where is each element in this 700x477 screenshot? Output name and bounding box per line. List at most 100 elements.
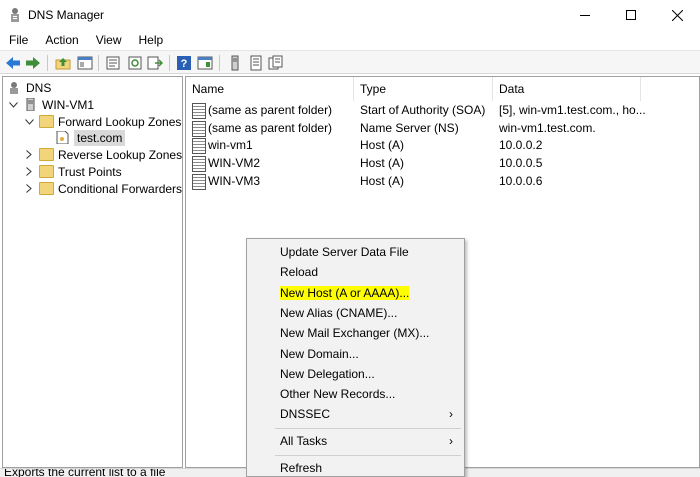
menu-item-reload[interactable]: Reload <box>248 262 463 282</box>
chevron-right-icon[interactable] <box>23 183 35 195</box>
help-button[interactable]: ? <box>175 54 193 72</box>
close-icon <box>671 9 683 21</box>
record-type: Host (A) <box>360 138 405 152</box>
server-icon <box>26 98 35 111</box>
table-row[interactable]: (same as parent folder) Name Server (NS)… <box>186 120 699 138</box>
server-button[interactable] <box>226 54 244 72</box>
menu-item-refresh[interactable]: Refresh <box>248 458 463 477</box>
tree-item-win-vm1[interactable]: WIN-VM1 <box>7 96 94 113</box>
record-data: 10.0.0.2 <box>499 138 543 152</box>
menu-view[interactable]: View <box>86 30 129 50</box>
menu-item-label: Reload <box>280 265 319 279</box>
tree-item-conditional-forwarders[interactable]: Conditional Forwarders <box>23 180 182 197</box>
dns-app-icon <box>11 8 19 22</box>
table-row[interactable]: WIN-VM3 Host (A) 10.0.0.6 <box>186 173 699 191</box>
show-hide-console-tree-button[interactable] <box>76 54 94 72</box>
tree-item-forward-lookup-zones[interactable]: Forward Lookup Zones <box>23 113 181 130</box>
menu-bar: File Action View Help <box>0 30 700 50</box>
menu-item-label: New Delegation... <box>280 367 375 381</box>
menu-item-new-delegation[interactable]: New Delegation... <box>248 364 463 384</box>
console-tree: DNS WIN-VM1 Forward Lookup Zones test.co… <box>2 76 183 468</box>
action-pane-icon <box>197 56 213 70</box>
tree-item-dns[interactable]: DNS <box>7 79 51 96</box>
toolbar-separator <box>169 55 170 71</box>
record-name: (same as parent folder) <box>208 121 333 135</box>
record-data: [5], win-vm1.test.com., ho... <box>499 103 646 117</box>
up-one-level-button[interactable] <box>54 54 72 72</box>
maximize-button[interactable] <box>608 0 654 30</box>
record-name: (same as parent folder) <box>208 103 333 117</box>
chevron-right-icon[interactable] <box>23 166 35 178</box>
menu-item-new-domain[interactable]: New Domain... <box>248 344 463 364</box>
menu-separator <box>275 455 461 456</box>
minimize-button[interactable] <box>562 0 608 30</box>
export-list-button[interactable] <box>146 54 164 72</box>
tree-label: Conditional Forwarders <box>58 181 183 196</box>
tree-label: Reverse Lookup Zones <box>58 147 183 162</box>
menu-item-label: DNSSEC <box>280 407 331 421</box>
menu-item-all-tasks[interactable]: All Tasks › <box>248 431 463 451</box>
menu-help[interactable]: Help <box>129 30 171 50</box>
window-title: DNS Manager <box>28 8 105 22</box>
record-icon <box>192 138 206 154</box>
menu-item-update-server-data-file[interactable]: Update Server Data File <box>248 242 463 262</box>
menu-item-label: New Alias (CNAME)... <box>280 306 398 320</box>
record-type: Host (A) <box>360 156 405 170</box>
menu-item-label: New Mail Exchanger (MX)... <box>280 326 430 340</box>
folder-icon <box>39 182 54 195</box>
record-icon <box>192 121 206 137</box>
submenu-arrow-icon: › <box>449 434 453 448</box>
console-tree-icon <box>77 56 93 70</box>
folder-icon <box>39 165 54 178</box>
back-button[interactable] <box>4 54 22 72</box>
title-bar: DNS Manager <box>0 0 700 30</box>
tree-item-reverse-lookup-zones[interactable]: Reverse Lookup Zones <box>23 146 182 163</box>
maximize-icon <box>626 10 636 20</box>
column-header-type[interactable]: Type <box>354 77 493 101</box>
forward-button[interactable] <box>24 54 42 72</box>
help-icon: ? <box>177 56 191 70</box>
tree-label: Forward Lookup Zones <box>58 114 182 129</box>
record-type: Host (A) <box>360 174 405 188</box>
folder-icon <box>39 148 54 161</box>
record-name: WIN-VM2 <box>208 156 260 170</box>
menu-item-new-mail-exchanger[interactable]: New Mail Exchanger (MX)... <box>248 323 463 343</box>
properties-button[interactable] <box>104 54 122 72</box>
refresh-button[interactable] <box>126 54 144 72</box>
menu-item-label: New Host (A or AAAA)... <box>280 286 410 300</box>
table-row[interactable]: win-vm1 Host (A) 10.0.0.2 <box>186 137 699 155</box>
record-name: win-vm1 <box>208 138 253 152</box>
table-row[interactable]: (same as parent folder) Start of Authori… <box>186 102 699 120</box>
menu-item-new-alias[interactable]: New Alias (CNAME)... <box>248 303 463 323</box>
show-action-pane-button[interactable] <box>196 54 214 72</box>
menu-item-label: Update Server Data File <box>280 245 409 259</box>
column-header-name[interactable]: Name <box>186 77 354 101</box>
close-button[interactable] <box>654 0 700 30</box>
menu-item-other-new-records[interactable]: Other New Records... <box>248 384 463 404</box>
chevron-right-icon[interactable] <box>23 149 35 161</box>
properties-icon <box>106 56 120 70</box>
menu-item-label: Other New Records... <box>280 387 396 401</box>
menu-file[interactable]: File <box>0 30 35 50</box>
forward-arrow-icon <box>26 57 40 69</box>
zone-file-icon <box>56 131 69 144</box>
menu-item-new-host[interactable]: New Host (A or AAAA)... <box>248 283 463 303</box>
chevron-down-icon[interactable] <box>23 116 35 128</box>
tree-item-trust-points[interactable]: Trust Points <box>23 163 122 180</box>
menu-action[interactable]: Action <box>35 30 85 50</box>
menu-item-dnssec[interactable]: DNSSEC › <box>248 404 463 424</box>
column-header-data[interactable]: Data <box>493 77 641 101</box>
context-menu: Update Server Data File Reload New Host … <box>246 238 465 477</box>
record-name: WIN-VM3 <box>208 174 260 188</box>
record-data: 10.0.0.6 <box>499 174 543 188</box>
record-type: Name Server (NS) <box>360 121 459 135</box>
tree-item-test-com[interactable]: test.com <box>55 129 126 146</box>
server-icon <box>231 55 239 71</box>
records-list-button[interactable] <box>247 54 265 72</box>
record-type: Start of Authority (SOA) <box>360 103 486 117</box>
record-data: win-vm1.test.com. <box>499 121 596 135</box>
records-list-icon <box>250 55 262 71</box>
records-copy-button[interactable] <box>267 54 285 72</box>
chevron-down-icon[interactable] <box>7 99 19 111</box>
table-row[interactable]: WIN-VM2 Host (A) 10.0.0.5 <box>186 155 699 173</box>
